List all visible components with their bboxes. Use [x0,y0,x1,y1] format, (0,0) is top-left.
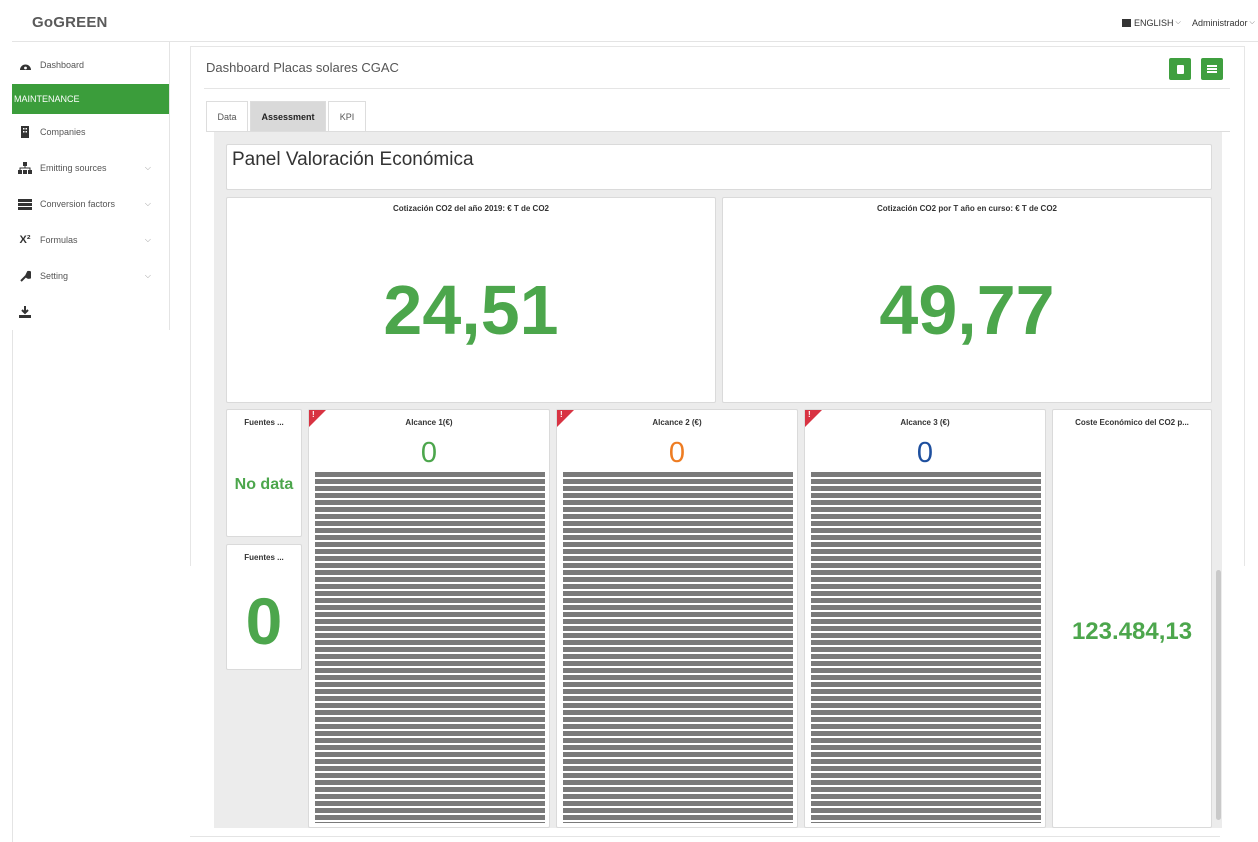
card-label: Fuentes ... [244,418,284,427]
panel-title: Panel Valoración Económica [232,149,474,170]
kpi-value: 49,77 [879,271,1055,349]
tab-kpi[interactable]: KPI [328,101,366,132]
superscript-icon: X² [19,234,31,246]
wrench-icon [18,270,32,282]
card-value: 0 [916,437,934,469]
sidebar-item-companies[interactable]: Companies [12,116,169,148]
sidebar: Dashboard MAINTENANCE Companies Emitting… [12,42,170,330]
sidebar-item-label: Emitting sources [40,163,107,173]
chevron-down-icon: ⌵ [1249,19,1255,26]
dashboard-icon [18,59,32,71]
list-icon [18,198,32,210]
alcance-2-card: ! Alcance 2 (€) 0 [556,409,798,828]
bottom-divider [190,836,1220,837]
card-label: Alcance 3 (€) [900,418,950,427]
sidebar-item-label: Companies [40,127,86,137]
section-label: MAINTENANCE [14,94,80,104]
sidebar-item-label: Conversion factors [40,199,116,209]
card-value: 0 [245,584,283,658]
tab-data[interactable]: Data [206,101,248,132]
coste-economico-card: Coste Económico del CO2 p... 123.484,13 [1052,409,1212,828]
card-label: Coste Económico del CO2 p... [1075,418,1189,427]
striped-placeholder [315,472,545,823]
kpi-value: 24,51 [383,271,559,349]
card-value: 123.484,13 [1071,618,1193,645]
striped-placeholder [811,472,1041,823]
vertical-scrollbar[interactable] [1216,570,1221,820]
card-value: 0 [668,437,686,469]
fuentes-card-1: Fuentes ... No data [226,409,302,537]
flag-icon [1122,19,1131,27]
sidebar-item-formulas[interactable]: X² Formulas ⌵ [12,224,169,256]
sidebar-item-conversion-factors[interactable]: Conversion factors ⌵ [12,188,169,220]
sitemap-icon [18,162,32,174]
pdf-button[interactable] [1169,58,1191,80]
kpi-label: Cotización CO2 del año 2019: € T de CO2 [392,204,550,213]
top-bar: GoGREEN ENGLISH ⌵ Administrador ⌵ [12,6,1258,42]
sidebar-item-emitting-sources[interactable]: Emitting sources ⌵ [12,152,169,184]
chevron-down-icon: ⌵ [144,235,151,244]
striped-placeholder [563,472,793,823]
file-icon [1176,64,1184,74]
page-title: Dashboard Placas solares CGAC [206,60,399,75]
divider [204,88,1230,89]
alcance-1-card: ! Alcance 1(€) 0 [308,409,550,828]
language-selector[interactable]: ENGLISH ⌵ [1122,18,1181,28]
chevron-down-icon: ⌵ [144,163,151,172]
card-label: Alcance 2 (€) [652,418,702,427]
card-label: Fuentes ... [244,553,284,562]
chevron-down-icon: ⌵ [1175,19,1181,26]
page: GoGREEN ENGLISH ⌵ Administrador ⌵ Dashbo… [0,0,1258,842]
alcance-3-card: ! Alcance 3 (€) 0 [804,409,1046,828]
list-view-button[interactable] [1201,58,1223,80]
user-menu[interactable]: Administrador ⌵ [1192,18,1255,28]
kpi-card-2019: Cotización CO2 del año 2019: € T de CO2 … [226,197,716,403]
card-value: 0 [420,437,438,469]
kpi-card-current-year: Cotización CO2 por T año en curso: € T d… [722,197,1212,403]
chevron-down-icon: ⌵ [144,199,151,208]
sidebar-item-dashboard[interactable]: Dashboard [12,49,169,81]
fuentes-card-2: Fuentes ... 0 [226,544,302,670]
app-logo[interactable]: GoGREEN [32,14,108,31]
sidebar-item-download[interactable] [12,296,169,328]
kpi-label: Cotización CO2 por T año en curso: € T d… [876,204,1058,213]
sidebar-item-setting[interactable]: Setting ⌵ [12,260,169,292]
sidebar-item-label: Formulas [40,235,78,245]
chevron-down-icon: ⌵ [144,271,151,280]
tab-assessment[interactable]: Assessment [250,101,326,132]
sidebar-section-maintenance: MAINTENANCE [12,84,169,114]
sidebar-item-label: Dashboard [40,60,85,70]
download-icon [18,306,32,318]
user-name: Administrador [1192,18,1248,28]
card-label: Alcance 1(€) [405,418,453,427]
sidebar-item-label: Setting [40,271,69,281]
list-icon [1207,65,1217,73]
card-value: No data [234,476,294,493]
building-icon [18,126,32,138]
language-label: ENGLISH [1134,18,1174,28]
